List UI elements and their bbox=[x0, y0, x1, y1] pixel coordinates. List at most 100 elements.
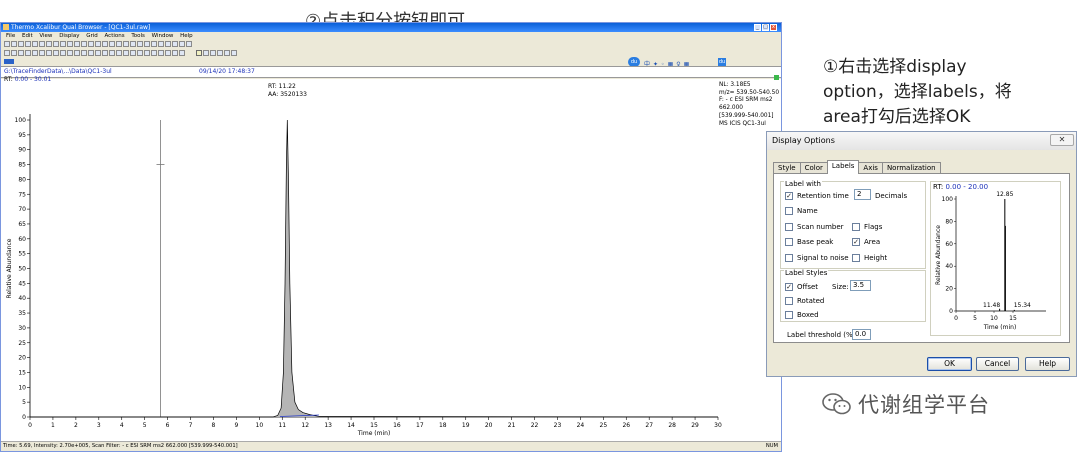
axis-icon[interactable] bbox=[179, 41, 185, 47]
flags-checkbox[interactable] bbox=[852, 223, 860, 231]
spectrum-icon[interactable] bbox=[95, 41, 101, 47]
decimals-input[interactable]: 2 bbox=[854, 189, 871, 200]
tool-h-icon[interactable] bbox=[53, 50, 59, 56]
rotated-checkbox[interactable] bbox=[785, 297, 793, 305]
save-icon[interactable] bbox=[18, 41, 24, 47]
new-icon[interactable] bbox=[4, 41, 10, 47]
tool-q-icon[interactable] bbox=[116, 50, 122, 56]
acquisition-datetime: 09/14/20 17:48:37 bbox=[199, 68, 255, 75]
maximize-icon[interactable]: □ bbox=[762, 24, 769, 31]
tool-v-icon[interactable] bbox=[151, 50, 157, 56]
chromatogram-pane[interactable]: RT: 0.00 - 30.01 RT: 11.22 AA: 3520133 N… bbox=[1, 75, 781, 441]
zoom-out-icon[interactable] bbox=[53, 41, 59, 47]
menu-window[interactable]: Window bbox=[152, 33, 174, 39]
menu-tools[interactable]: Tools bbox=[131, 33, 145, 39]
tool-a-icon[interactable] bbox=[4, 50, 10, 56]
chromatogram-chart[interactable]: 0510152025303540455055606570758085909510… bbox=[1, 79, 781, 441]
tool-c-icon[interactable] bbox=[18, 50, 24, 56]
scan-number-checkbox[interactable] bbox=[785, 223, 793, 231]
tool-z-icon[interactable] bbox=[179, 50, 185, 56]
range-icon[interactable] bbox=[130, 41, 136, 47]
boxed-checkbox[interactable] bbox=[785, 311, 793, 319]
cancel-button[interactable]: Cancel bbox=[976, 357, 1019, 371]
label-threshold-input[interactable]: 0.0 bbox=[852, 329, 871, 340]
tool-f-icon[interactable] bbox=[39, 50, 45, 56]
tool-x-icon[interactable] bbox=[165, 50, 171, 56]
subtract-icon[interactable] bbox=[151, 41, 157, 47]
du-small-logo-icon[interactable]: du bbox=[718, 58, 726, 66]
print-icon[interactable] bbox=[25, 41, 31, 47]
tool-o-icon[interactable] bbox=[102, 50, 108, 56]
label-icon[interactable] bbox=[165, 41, 171, 47]
offset-checkbox[interactable]: ✓ bbox=[785, 283, 793, 291]
menu-view[interactable]: View bbox=[39, 33, 52, 39]
menu-help[interactable]: Help bbox=[180, 33, 193, 39]
x-tick-label: 3 bbox=[97, 422, 101, 429]
copy-icon[interactable] bbox=[32, 41, 38, 47]
minimize-icon[interactable]: _ bbox=[754, 24, 761, 31]
dialog-close-icon[interactable]: ✕ bbox=[1050, 134, 1074, 146]
marker-icon[interactable] bbox=[231, 50, 237, 56]
tool-n-icon[interactable] bbox=[95, 50, 101, 56]
size-input[interactable]: 3.5 bbox=[850, 280, 871, 291]
ruler-icon[interactable] bbox=[217, 50, 223, 56]
preview-peak-label: 12.85 bbox=[996, 191, 1013, 198]
tool-p-icon[interactable] bbox=[109, 50, 115, 56]
help-button[interactable]: Help bbox=[1025, 357, 1070, 371]
tool-y-icon[interactable] bbox=[172, 50, 178, 56]
tool-i-icon[interactable] bbox=[60, 50, 66, 56]
menu-actions[interactable]: Actions bbox=[105, 33, 125, 39]
tool-t-icon[interactable] bbox=[137, 50, 143, 56]
tool-w-icon[interactable] bbox=[158, 50, 164, 56]
baseline-icon[interactable] bbox=[210, 50, 216, 56]
tool-d-icon[interactable] bbox=[25, 50, 31, 56]
peak-detect-icon[interactable] bbox=[203, 50, 209, 56]
legend-icon[interactable] bbox=[172, 41, 178, 47]
zoom-in-icon[interactable] bbox=[46, 41, 52, 47]
smooth-icon[interactable] bbox=[144, 41, 150, 47]
tool-k-icon[interactable] bbox=[74, 50, 80, 56]
height-checkbox[interactable] bbox=[852, 254, 860, 262]
tool-u-icon[interactable] bbox=[144, 50, 150, 56]
tool-j-icon[interactable] bbox=[67, 50, 73, 56]
tool-s-icon[interactable] bbox=[130, 50, 136, 56]
name-checkbox[interactable] bbox=[785, 207, 793, 215]
chart-icon[interactable] bbox=[88, 41, 94, 47]
open-icon[interactable] bbox=[11, 41, 17, 47]
retention-time-checkbox[interactable]: ✓ bbox=[785, 192, 793, 200]
normalize-icon[interactable] bbox=[158, 41, 164, 47]
list-icon[interactable] bbox=[109, 41, 115, 47]
filter-icon[interactable] bbox=[137, 41, 143, 47]
tool-r-icon[interactable] bbox=[123, 50, 129, 56]
menu-display[interactable]: Display bbox=[59, 33, 79, 39]
tab-labels[interactable]: Labels bbox=[826, 160, 860, 174]
annotate-icon[interactable] bbox=[224, 50, 230, 56]
grid-icon[interactable] bbox=[81, 41, 87, 47]
scan-icon[interactable] bbox=[123, 41, 129, 47]
tool-m-icon[interactable] bbox=[88, 50, 94, 56]
ok-button[interactable]: OK bbox=[927, 357, 972, 371]
pin-icon[interactable] bbox=[74, 41, 80, 47]
preview-chart: 0 20 40 60 80 100 0 5 10 15 Time (min) Relative Abu… bbox=[935, 191, 1046, 331]
forward-icon[interactable] bbox=[67, 41, 73, 47]
close-icon[interactable]: x bbox=[770, 24, 777, 31]
integrate-button-icon[interactable] bbox=[196, 50, 202, 56]
menu-grid[interactable]: Grid bbox=[86, 33, 98, 39]
tool-e-icon[interactable] bbox=[32, 50, 38, 56]
tool-g-icon[interactable] bbox=[46, 50, 52, 56]
help-icon[interactable] bbox=[186, 41, 192, 47]
back-icon[interactable] bbox=[60, 41, 66, 47]
base-peak-checkbox[interactable] bbox=[785, 238, 793, 246]
menu-file[interactable]: File bbox=[6, 33, 15, 39]
signal-to-noise-checkbox[interactable] bbox=[785, 254, 793, 262]
area-checkbox[interactable]: ✓ bbox=[852, 238, 860, 246]
tool-b-icon[interactable] bbox=[11, 50, 17, 56]
chromatogram-trace bbox=[30, 119, 719, 418]
pane-select-icon[interactable] bbox=[4, 59, 14, 64]
report-icon[interactable] bbox=[116, 41, 122, 47]
menu-edit[interactable]: Edit bbox=[22, 33, 33, 39]
y-tick-label: 85 bbox=[18, 162, 26, 169]
paste-icon[interactable] bbox=[39, 41, 45, 47]
tool-l-icon[interactable] bbox=[81, 50, 87, 56]
map-icon[interactable] bbox=[102, 41, 108, 47]
